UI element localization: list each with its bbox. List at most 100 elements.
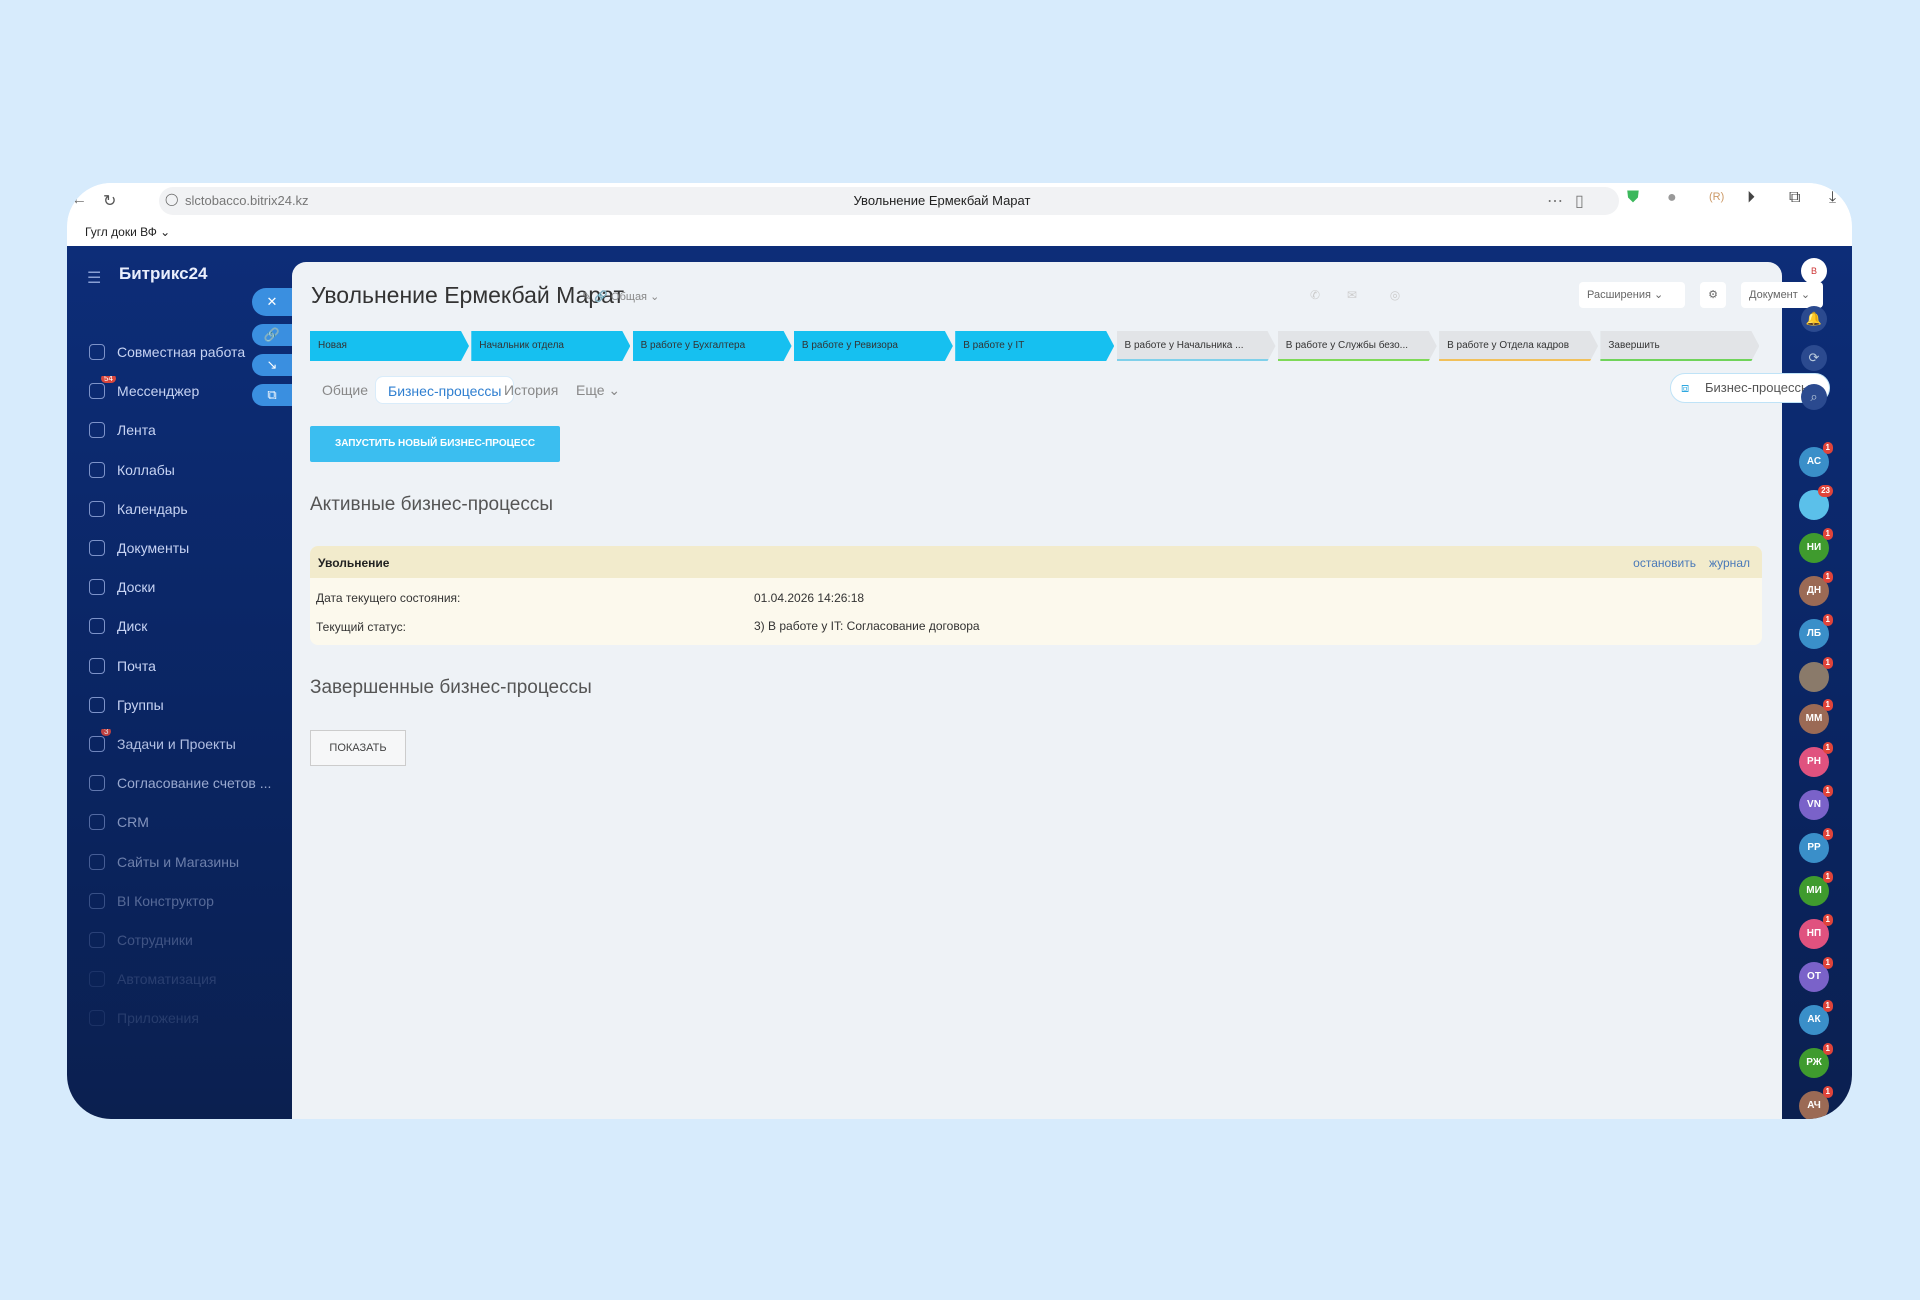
sidebar-item[interactable]: CRM (89, 807, 289, 837)
contact-avatar[interactable]: АЧ1 (1799, 1091, 1829, 1120)
sync-icon[interactable]: ⟳ (1801, 345, 1827, 371)
stage-5[interactable]: В работе у IT (955, 331, 1114, 361)
sidebar-item-label: Документы (117, 540, 189, 556)
stage-7[interactable]: В работе у Службы безо... (1278, 331, 1437, 361)
sidebar-item[interactable]: Лента (89, 415, 289, 445)
url-text[interactable]: slctobacco.bitrix24.kz (185, 193, 309, 208)
contact-avatar[interactable]: РН1 (1799, 747, 1829, 777)
contact-avatar[interactable]: НП1 (1799, 919, 1829, 949)
show-completed-button[interactable]: ПОКАЗАТЬ (310, 730, 406, 766)
settings-icon[interactable]: ⚙ (1700, 282, 1726, 308)
sidebar-item[interactable]: Автоматизация (89, 964, 289, 994)
contact-avatar[interactable]: 23 (1799, 490, 1829, 520)
contact-avatar[interactable]: ОТ1 (1799, 962, 1829, 992)
close-slider-button[interactable]: ✕ (252, 288, 292, 316)
contact-avatar[interactable]: РР1 (1799, 833, 1829, 863)
reload-icon[interactable]: ↻ (103, 191, 116, 211)
tab-0[interactable]: Общие (310, 376, 380, 404)
sidebar-item[interactable]: Доски (89, 572, 289, 602)
sidebar-item-label: Автоматизация (117, 971, 216, 987)
sidebar-item[interactable]: Группы (89, 690, 289, 720)
contact-avatar[interactable]: ДН1 (1799, 576, 1829, 606)
bookmark-label: Гугл доки ВФ (85, 225, 157, 239)
extension-icon[interactable]: ● (1667, 189, 1677, 207)
process-panel: Увольнение Ермекбай Марат ✎ 🔗 Общая ⌄ ✆ … (292, 262, 1782, 1119)
download-icon[interactable]: ⤓ (1829, 189, 1836, 207)
sidebar-item[interactable]: Коллабы (89, 455, 289, 485)
status-label: Текущий статус: (316, 620, 406, 634)
sidebar-item-icon (89, 383, 105, 399)
sidebar-item-icon (89, 893, 105, 909)
contact-avatar[interactable]: АС1 (1799, 447, 1829, 477)
player-icon[interactable]: ⏵ (1747, 189, 1755, 207)
extensions-button[interactable]: Расширения ⌄ (1579, 282, 1685, 308)
search-chat-icon[interactable]: ⌕ (1801, 384, 1827, 410)
sidebar-item[interactable]: Почта (89, 651, 289, 681)
sidebar-item[interactable]: Сотрудники (89, 925, 289, 955)
record-icon[interactable]: (R) (1709, 191, 1724, 203)
sidebar-item[interactable]: Согласование счетов ... (89, 768, 289, 798)
sidebar-item-label: Диск (117, 618, 147, 634)
stage-2[interactable]: Начальник отдела (471, 331, 630, 361)
sidebar-item-label: Мессенджер (117, 383, 199, 399)
avatar-initials: АС (1807, 456, 1821, 467)
more-icon[interactable]: ⋯ (1547, 191, 1563, 211)
adblock-icon[interactable]: ⛊ (1627, 189, 1639, 207)
shield-icon: ◯ (165, 192, 178, 206)
stage-3[interactable]: В работе у Бухгалтера (633, 331, 792, 361)
stage-1[interactable]: Новая (310, 331, 469, 361)
avatar-initials: НИ (1807, 542, 1821, 553)
log-link[interactable]: журнал (1709, 556, 1750, 570)
sidebar-item-label: Группы (117, 697, 164, 713)
sidebar-item[interactable]: Сайты и Магазины (89, 847, 289, 877)
tab-3[interactable]: Еще ⌄ (564, 376, 632, 404)
sidebar-item[interactable]: Документы (89, 533, 289, 563)
sidebar-item[interactable]: Диск (89, 611, 289, 641)
extensions-label: Расширения (1587, 289, 1651, 301)
sidebar-item[interactable]: Календарь (89, 494, 289, 524)
sidebar-item[interactable]: Задачи и Проекты3 (89, 729, 289, 759)
contact-avatar[interactable]: АК1 (1799, 1005, 1829, 1035)
stage-6[interactable]: В работе у Начальника ... (1117, 331, 1276, 361)
contact-avatar[interactable]: РЖ1 (1799, 1048, 1829, 1078)
category-select[interactable]: ✎ 🔗 Общая ⌄ (582, 290, 659, 303)
bell-icon[interactable]: 🔔 (1801, 306, 1827, 332)
stage-4[interactable]: В работе у Ревизора (794, 331, 953, 361)
chat-icon[interactable]: ◎ (1382, 282, 1408, 308)
contact-avatar[interactable]: 1 (1799, 662, 1829, 692)
unread-badge: 1 (1823, 699, 1833, 711)
contact-avatar[interactable]: МИ1 (1799, 876, 1829, 906)
contact-avatar[interactable]: VN1 (1799, 790, 1829, 820)
contact-avatar[interactable]: НИ1 (1799, 533, 1829, 563)
sidebar-item-label: BI Конструктор (117, 893, 214, 909)
copy-link-button[interactable]: 🔗 (252, 324, 292, 346)
unread-badge: 1 (1823, 442, 1833, 454)
bookmark-folder[interactable]: Гугл доки ВФ ⌄ (85, 225, 170, 239)
contact-avatar[interactable]: ЛБ1 (1799, 619, 1829, 649)
mail-icon[interactable]: ✉ (1339, 282, 1365, 308)
contact-avatar[interactable]: ММ1 (1799, 704, 1829, 734)
stage-8[interactable]: В работе у Отдела кадров (1439, 331, 1598, 361)
run-new-bp-button[interactable]: ЗАПУСТИТЬ НОВЫЙ БИЗНЕС-ПРОЦЕСС (310, 426, 560, 462)
back-icon[interactable]: ← (71, 191, 87, 209)
unread-badge: 1 (1823, 1000, 1833, 1012)
sidebar-item-icon (89, 932, 105, 948)
avatar-initials: РН (1807, 756, 1821, 767)
bitrix-app: ☰ Битрикс24 Совместная работаМессенджер5… (67, 246, 1852, 1119)
phone-icon[interactable]: ✆ (1302, 282, 1328, 308)
tab-label: Бизнес-процессы (388, 383, 501, 399)
sidebar-item[interactable]: BI Конструктор (89, 886, 289, 916)
sidebar-item-icon (89, 697, 105, 713)
bookmark-icon[interactable]: ▯ (1575, 191, 1584, 211)
stop-link[interactable]: остановить (1633, 556, 1696, 570)
company-logo-avatar[interactable]: B (1801, 258, 1827, 284)
menu-icon[interactable]: ☰ (87, 268, 101, 288)
logo: Битрикс24 (119, 264, 207, 284)
tab-2[interactable]: История (492, 376, 570, 404)
puzzle-icon[interactable]: ⧉ (1789, 189, 1800, 207)
sidebar-item-label: Согласование счетов ... (117, 775, 271, 791)
sidebar-item[interactable]: Приложения (89, 1003, 289, 1033)
open-new-window-button[interactable]: ⧉ (252, 384, 292, 406)
minimize-button[interactable]: ↘ (252, 354, 292, 376)
stage-9[interactable]: Завершить (1600, 331, 1759, 361)
